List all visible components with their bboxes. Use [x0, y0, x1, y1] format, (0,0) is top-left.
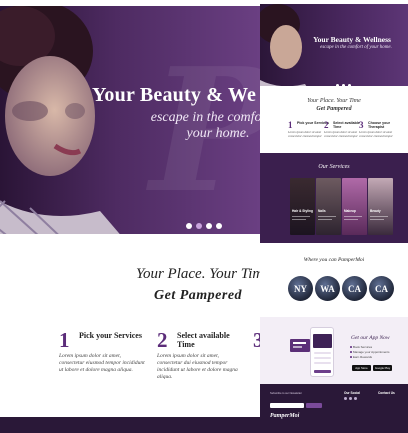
step-title: Pick your Services: [79, 331, 142, 340]
section-tagline: Your Place. Your Tim: [136, 266, 260, 282]
app-promo-title: Get our App Now: [351, 335, 390, 341]
step-number: 3: [253, 328, 260, 352]
desktop-preview: P Your Beauty & We escape in the comfort…: [0, 0, 260, 433]
location-badge[interactable]: CA: [369, 276, 394, 301]
step-number: 2: [324, 120, 329, 130]
site-footer: Subscribe to our Newsletter PamperMoi Ou…: [260, 384, 408, 433]
location-code: NY: [294, 283, 307, 294]
newsletter-email-input[interactable]: [270, 403, 304, 408]
footer-social-heading: Our Social: [344, 391, 360, 395]
location-code: CA: [348, 283, 361, 294]
app-feature: Earn Rewards: [350, 355, 399, 359]
step-number: 2: [157, 328, 168, 352]
location-badge[interactable]: NY: [288, 276, 313, 301]
step-number: 1: [288, 120, 293, 130]
facebook-icon[interactable]: [344, 397, 347, 400]
app-screen-card: [290, 339, 310, 352]
step-title: Select available Time: [177, 331, 230, 349]
step-number: 1: [59, 328, 70, 352]
carousel-dot[interactable]: [216, 223, 222, 229]
service-card[interactable]: Nails: [316, 178, 341, 235]
section-heading: Get Pampered: [154, 288, 243, 303]
location-badge[interactable]: CA: [342, 276, 367, 301]
service-card-text-line: [344, 219, 358, 220]
step-description: Lorem ipsum dolor sit amet, consectetur …: [59, 353, 145, 373]
mobile-tagline: Your Place. Your Time: [307, 98, 361, 104]
footer-logo: PamperMoi: [270, 413, 300, 419]
google-play-button[interactable]: Google Play: [373, 365, 392, 371]
mobile-carousel-dots: [336, 84, 351, 86]
locations-title: Where you can PamperMoi: [303, 257, 365, 263]
location-badge[interactable]: WA: [315, 276, 340, 301]
app-feature: Book Services: [350, 345, 399, 349]
carousel-dot[interactable]: [206, 223, 212, 229]
phone-mockup: [310, 327, 334, 377]
model-portrait-image: [260, 4, 307, 86]
hero-subtitle: escape in the comfort of your home.: [150, 110, 260, 141]
twitter-icon[interactable]: [349, 397, 352, 400]
services-title: Our Services: [318, 164, 350, 170]
step-description: Lorem ipsum dolor sit amet consectetur e…: [359, 130, 393, 138]
app-store-button[interactable]: App Store: [352, 365, 371, 371]
mobile-heading: Get Pampered: [316, 106, 352, 112]
service-card-text-line: [292, 216, 310, 217]
service-card-text-line: [370, 216, 388, 217]
model-portrait-image: [0, 6, 120, 234]
mobile-hero-banner: Your Beauty & Wellness escape in the com…: [260, 4, 408, 86]
hero-banner: P Your Beauty & We escape in the comfort…: [0, 6, 260, 234]
step-number: 3: [359, 120, 364, 130]
step-description: Lorem ipsum dolor sit amet, consectetur …: [157, 353, 238, 380]
step-title: Choose your Therapist: [368, 121, 390, 129]
newsletter-subscribe-button[interactable]: [306, 403, 322, 408]
carousel-dot[interactable]: [186, 223, 192, 229]
location-code: CA: [375, 283, 388, 294]
services-section: Our Services Hair & Styling Nails Makeup…: [260, 153, 408, 243]
carousel-dot-active[interactable]: [196, 223, 202, 229]
service-card-label: Makeup: [344, 209, 356, 213]
service-card-text-line: [318, 219, 332, 220]
service-card-text-line: [292, 219, 306, 220]
newsletter-label: Subscribe to our Newsletter: [270, 392, 302, 395]
service-card[interactable]: Beauty: [368, 178, 393, 235]
instagram-icon[interactable]: [354, 397, 357, 400]
carousel-dot[interactable]: [336, 84, 339, 86]
service-card[interactable]: Hair & Styling: [290, 178, 315, 235]
service-card-label: Hair & Styling: [292, 209, 313, 213]
carousel-dots: [186, 223, 222, 229]
carousel-dot[interactable]: [342, 84, 345, 86]
footer-contact-heading: Contact Us: [378, 391, 395, 395]
service-card-text-line: [344, 216, 362, 217]
mobile-hero-subtitle: escape in the comfort of your home.: [320, 45, 392, 50]
service-card-text-line: [318, 216, 336, 217]
app-promo-section: Get our App Now Book Services Manage you…: [260, 317, 408, 384]
mobile-preview: Your Beauty & Wellness escape in the com…: [260, 0, 408, 433]
location-code: WA: [320, 283, 335, 294]
service-card-label: Beauty: [370, 209, 381, 213]
hero-title: Your Beauty & We: [92, 84, 257, 106]
mobile-hero-title: Your Beauty & Wellness: [313, 35, 391, 44]
footer-strip: [0, 417, 260, 433]
service-card-text-line: [370, 219, 384, 220]
service-card[interactable]: Makeup: [342, 178, 367, 235]
app-feature: Manage your Appointments: [350, 350, 399, 354]
carousel-dot[interactable]: [348, 84, 351, 86]
service-card-label: Nails: [318, 209, 326, 213]
